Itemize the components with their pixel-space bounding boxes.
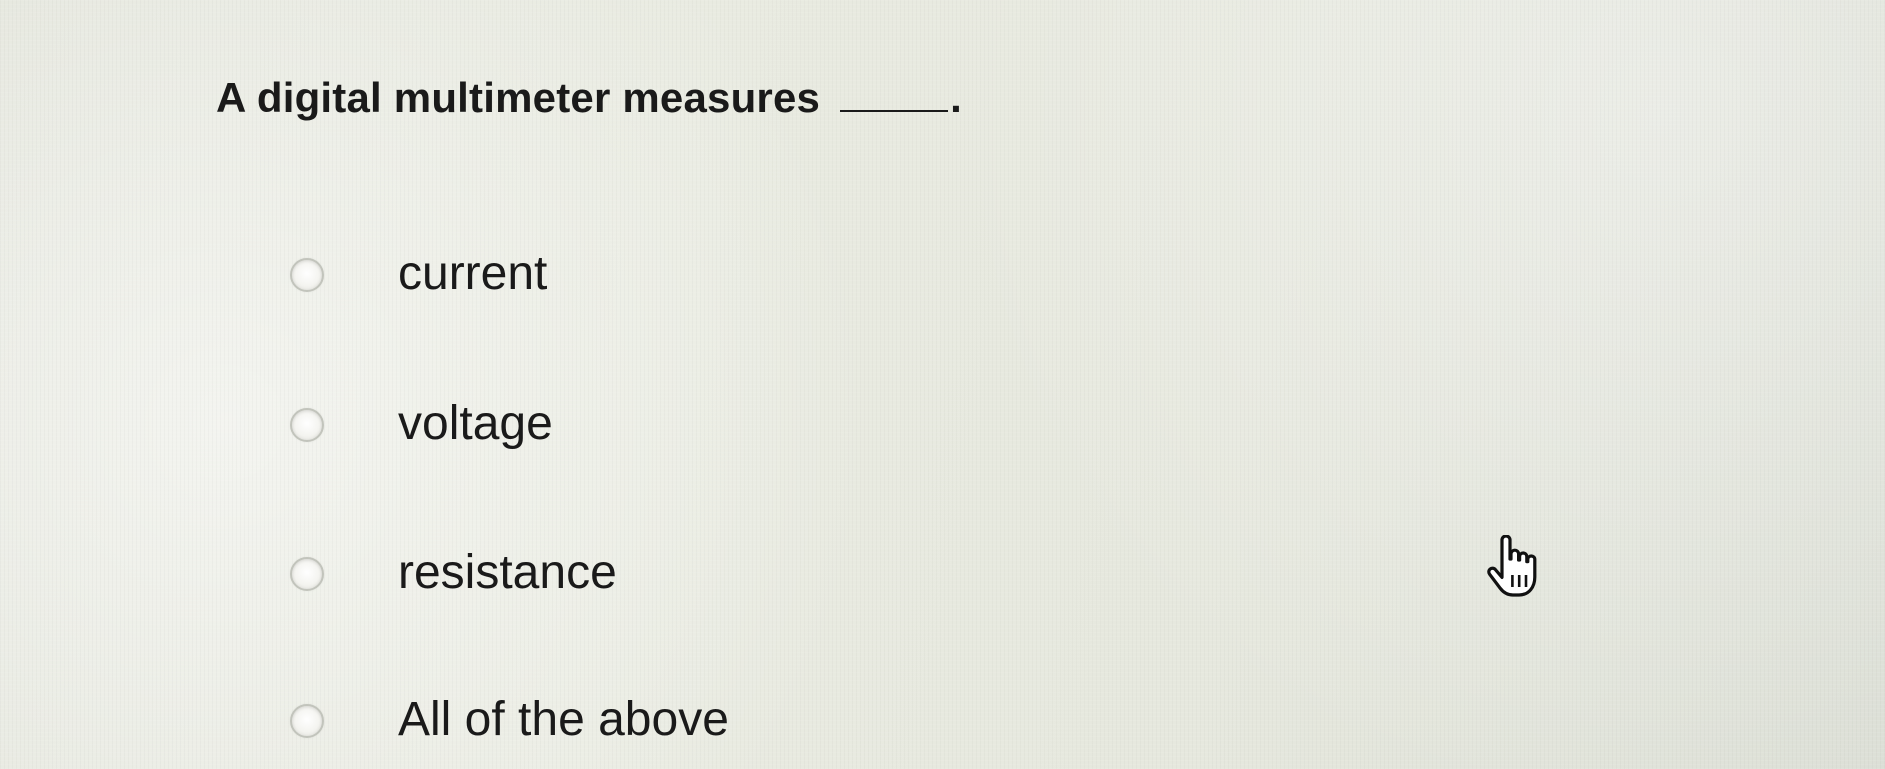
option-label-all-of-the-above[interactable]: All of the above <box>398 690 729 750</box>
fill-in-blank <box>840 80 949 112</box>
option-label-resistance[interactable]: resistance <box>398 543 617 603</box>
radio-button-voltage[interactable] <box>290 408 324 442</box>
option-label-current[interactable]: current <box>398 244 547 304</box>
radio-button-current[interactable] <box>290 258 324 292</box>
pointing-hand-cursor-icon <box>1487 535 1537 597</box>
question-text: A digital multimeter measures. <box>216 74 962 122</box>
radio-button-all-of-the-above[interactable] <box>290 704 324 738</box>
option-resistance[interactable]: resistance <box>290 543 910 603</box>
option-current[interactable]: current <box>290 244 910 304</box>
quiz-question: A digital multimeter measures. current v… <box>0 0 1885 769</box>
option-label-voltage[interactable]: voltage <box>398 394 553 454</box>
question-prompt: A digital multimeter measures <box>216 74 821 121</box>
question-period: . <box>950 74 962 121</box>
option-all-of-the-above[interactable]: All of the above <box>290 690 910 750</box>
radio-button-resistance[interactable] <box>290 557 324 591</box>
option-voltage[interactable]: voltage <box>290 394 910 454</box>
